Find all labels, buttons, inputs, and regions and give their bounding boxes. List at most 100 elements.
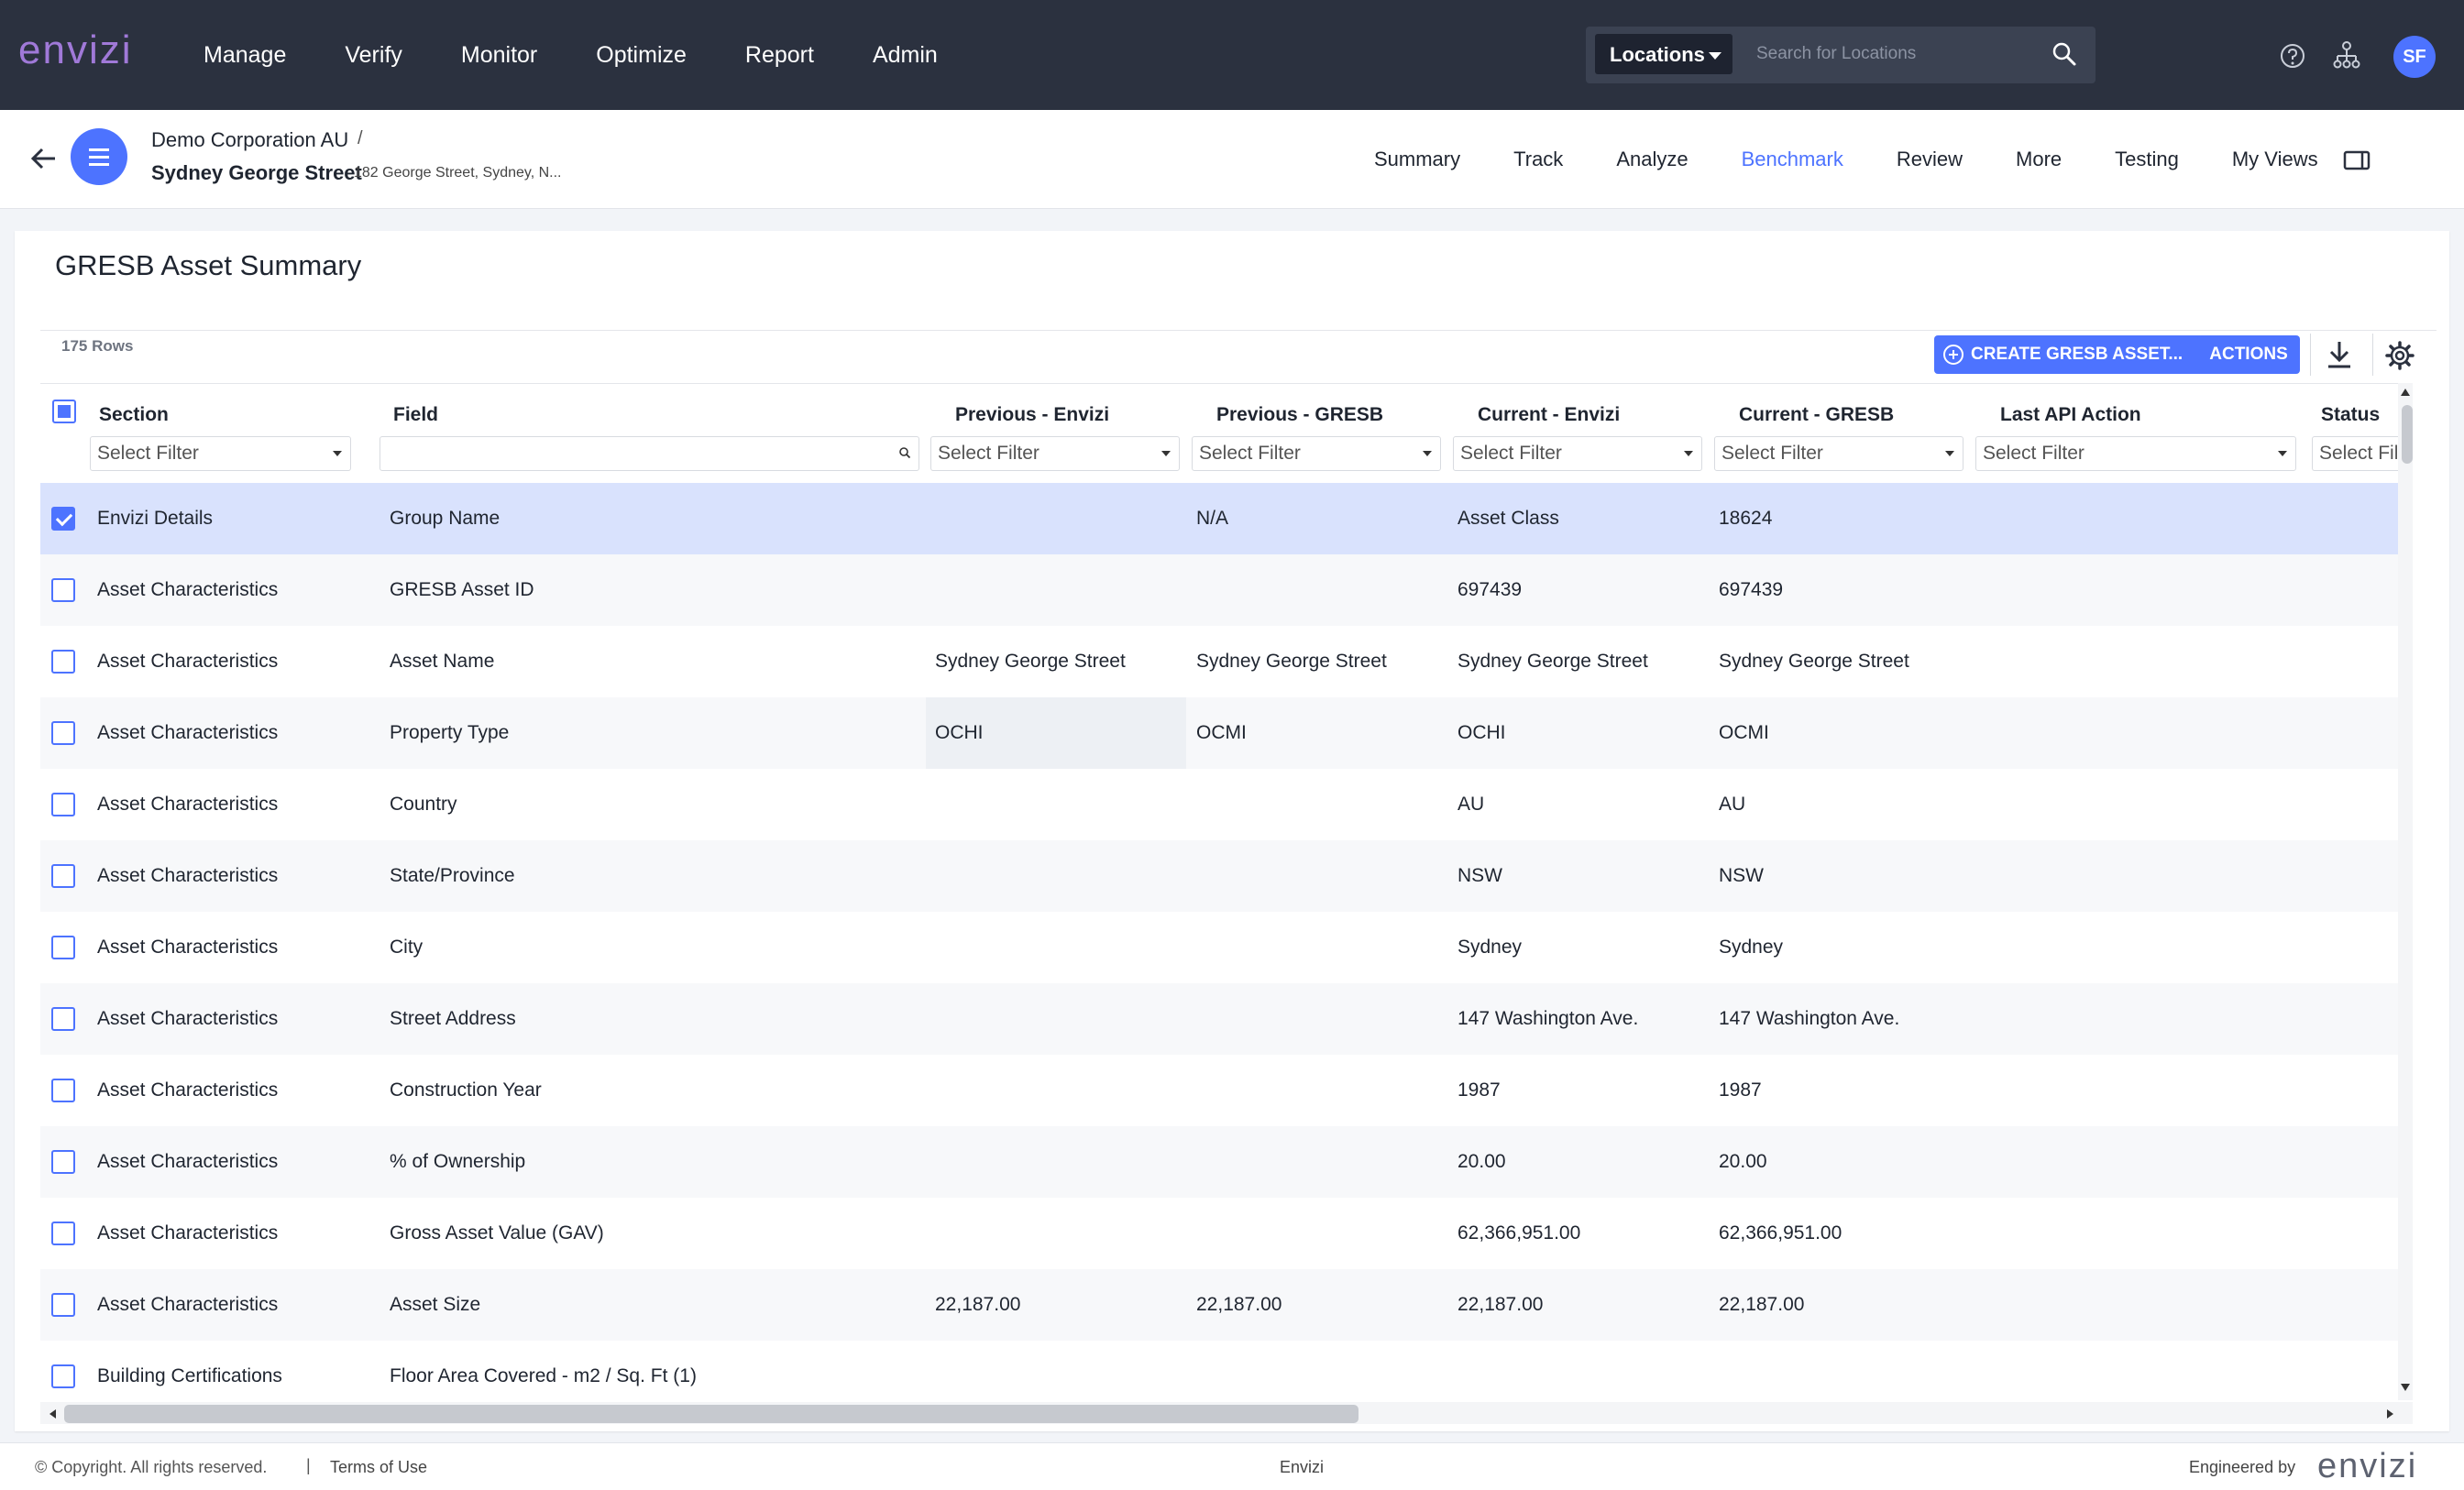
table-row[interactable]: Envizi Details Group Name N/A Asset Clas…	[40, 483, 2413, 554]
table-row[interactable]: Asset Characteristics Street Address 147…	[40, 983, 2413, 1055]
filter-previous-envizi[interactable]: Select Filter	[930, 436, 1180, 471]
row-checkbox[interactable]	[51, 1007, 75, 1031]
menu-icon[interactable]	[71, 128, 127, 185]
scroll-left-icon[interactable]	[50, 1409, 56, 1419]
nav-verify[interactable]: Verify	[345, 42, 402, 69]
nav-admin[interactable]: Admin	[873, 42, 938, 69]
table-row[interactable]: Asset Characteristics Property Type OCHI…	[40, 697, 2413, 769]
column-header-previous-gresb[interactable]: Previous - GRESB	[1216, 404, 1383, 426]
scroll-down-icon[interactable]	[2401, 1384, 2410, 1391]
column-header-previous-envizi[interactable]: Previous - Envizi	[955, 404, 1109, 426]
table-row[interactable]: Asset Characteristics Gross Asset Value …	[40, 1198, 2413, 1269]
cell-field: Group Name	[390, 508, 500, 529]
row-checkbox[interactable]	[51, 1079, 75, 1102]
table-row[interactable]: Asset Characteristics City Sydney Sydney	[40, 912, 2413, 983]
table-row[interactable]: Asset Characteristics Country AU AU	[40, 769, 2413, 840]
gear-icon[interactable]	[2385, 341, 2414, 370]
chevron-down-icon	[1423, 451, 1432, 456]
cell-section: Asset Characteristics	[97, 1222, 279, 1243]
vertical-scrollbar[interactable]	[2398, 383, 2413, 1400]
location-header: Demo Corporation AU / Sydney George Stre…	[0, 110, 2464, 209]
tab-my-views[interactable]: My Views	[2232, 148, 2318, 171]
cell-field: Street Address	[390, 1008, 516, 1029]
select-all-checkbox[interactable]	[52, 400, 76, 423]
cell-field: Asset Name	[390, 651, 495, 672]
download-icon[interactable]	[2325, 339, 2354, 370]
user-avatar[interactable]: SF	[2393, 36, 2436, 78]
breadcrumb-org[interactable]: Demo Corporation AU	[151, 128, 348, 152]
search-input[interactable]	[1751, 34, 2035, 74]
org-hierarchy-icon[interactable]	[2332, 40, 2361, 70]
cell-current-gresb	[1710, 1341, 1970, 1400]
cell-current-gresb: OCMI	[1719, 722, 1769, 743]
create-gresb-asset-button[interactable]: CREATE GRESB ASSET...	[1934, 335, 2204, 374]
column-header-field[interactable]: Field	[393, 404, 438, 426]
help-icon[interactable]	[2279, 42, 2306, 70]
tab-review[interactable]: Review	[1897, 148, 1963, 171]
table-row[interactable]: Asset Characteristics Asset Size 22,187.…	[40, 1269, 2413, 1341]
search-icon	[899, 447, 911, 459]
row-checkbox[interactable]	[51, 721, 75, 745]
tab-summary[interactable]: Summary	[1374, 148, 1460, 171]
row-checkbox[interactable]	[51, 1293, 75, 1317]
row-checkbox[interactable]	[51, 1150, 75, 1174]
filter-current-gresb[interactable]: Select Filter	[1714, 436, 1964, 471]
table-row[interactable]: Asset Characteristics GRESB Asset ID 697…	[40, 554, 2413, 626]
tab-track[interactable]: Track	[1513, 148, 1563, 171]
filter-section[interactable]: Select Filter	[90, 436, 351, 471]
cell-previous-envizi: OCHI	[926, 697, 1186, 769]
tab-analyze[interactable]: Analyze	[1616, 148, 1688, 171]
row-checkbox[interactable]	[51, 1364, 75, 1388]
row-checkbox[interactable]	[51, 1222, 75, 1245]
nav-monitor[interactable]: Monitor	[461, 42, 537, 69]
vertical-scroll-thumb[interactable]	[2402, 405, 2413, 464]
filter-last-api-action[interactable]: Select Filter	[1975, 436, 2296, 471]
location-search-box: Locations	[1586, 27, 2096, 83]
scroll-right-icon[interactable]	[2387, 1409, 2393, 1419]
horizontal-scroll-thumb[interactable]	[64, 1405, 1358, 1423]
table-row[interactable]: Asset Characteristics Construction Year …	[40, 1055, 2413, 1126]
filter-field-input[interactable]	[380, 436, 919, 471]
row-checkbox[interactable]	[51, 793, 75, 816]
search-scope-dropdown[interactable]: Locations	[1595, 34, 1732, 74]
row-checkbox[interactable]	[51, 578, 75, 602]
table-row[interactable]: Asset Characteristics Asset Name Sydney …	[40, 626, 2413, 697]
filter-current-envizi[interactable]: Select Filter	[1453, 436, 1702, 471]
search-icon[interactable]	[2052, 41, 2077, 67]
column-header-current-envizi[interactable]: Current - Envizi	[1478, 404, 1620, 426]
cell-field: Property Type	[390, 722, 510, 743]
side-panel-icon[interactable]	[2343, 150, 2370, 170]
filter-previous-gresb[interactable]: Select Filter	[1192, 436, 1441, 471]
breadcrumb-separator: /	[358, 128, 363, 148]
cell-last-api-action	[1971, 1341, 2301, 1400]
terms-of-use-link[interactable]: Terms of Use	[330, 1458, 427, 1477]
column-header-current-gresb[interactable]: Current - GRESB	[1739, 404, 1894, 426]
cell-current-gresb: 697439	[1719, 579, 1784, 600]
row-checkbox[interactable]	[51, 936, 75, 959]
scroll-up-icon[interactable]	[2401, 389, 2410, 396]
tab-testing[interactable]: Testing	[2115, 148, 2179, 171]
column-header-last-api-action[interactable]: Last API Action	[2000, 404, 2141, 426]
nav-manage[interactable]: Manage	[204, 42, 286, 69]
footer-brand-text: Envizi	[1280, 1458, 1325, 1476]
actions-button[interactable]: ACTIONS	[2197, 335, 2300, 374]
column-header-section[interactable]: Section	[99, 404, 169, 426]
column-header-status[interactable]: Status	[2321, 404, 2380, 426]
row-checkbox[interactable]	[51, 864, 75, 888]
envizi-logo[interactable]: envizi	[18, 27, 133, 73]
row-checkbox[interactable]	[51, 507, 75, 531]
cell-field: State/Province	[390, 865, 515, 886]
table-row[interactable]: Building Certifications Floor Area Cover…	[40, 1341, 2413, 1400]
nav-report[interactable]: Report	[745, 42, 814, 69]
row-checkbox[interactable]	[51, 650, 75, 674]
breadcrumb-site[interactable]: Sydney George Street	[151, 161, 362, 185]
table-row[interactable]: Asset Characteristics % of Ownership 20.…	[40, 1126, 2413, 1198]
tab-benchmark[interactable]: Benchmark	[1742, 148, 1843, 171]
back-arrow-icon[interactable]	[28, 143, 59, 174]
cell-current-envizi: 1987	[1458, 1079, 1501, 1101]
cell-field: Country	[390, 794, 457, 815]
nav-optimize[interactable]: Optimize	[596, 42, 687, 69]
tab-more[interactable]: More	[2016, 148, 2062, 171]
cell-previous-envizi	[926, 554, 1186, 626]
table-row[interactable]: Asset Characteristics State/Province NSW…	[40, 840, 2413, 912]
